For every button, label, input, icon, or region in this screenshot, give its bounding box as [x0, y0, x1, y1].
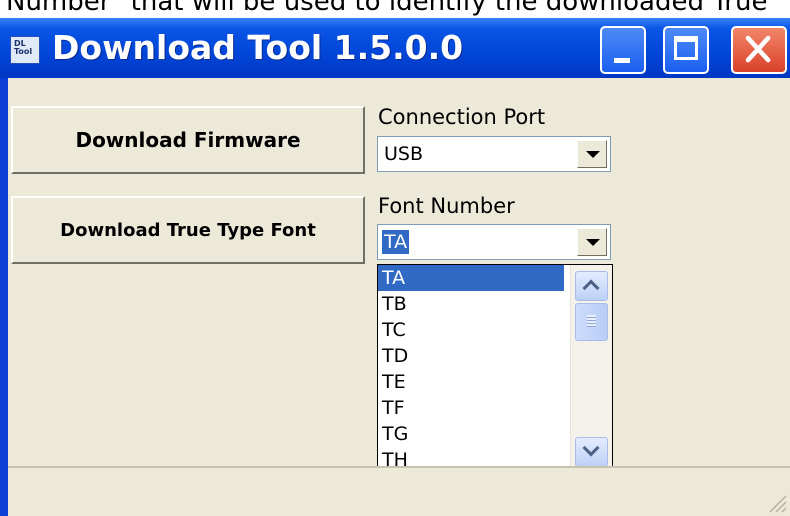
dropdown-option[interactable]: TC — [378, 317, 564, 343]
title-bar[interactable]: DL Tool Download Tool 1.5.0.0 — [0, 18, 790, 78]
scroll-up-icon[interactable] — [575, 271, 608, 301]
font-number-dropdown-list[interactable]: TA TB TC TD TE TF TG TH — [377, 264, 613, 474]
maximize-button[interactable] — [663, 26, 709, 74]
close-icon — [745, 35, 771, 63]
dropdown-option[interactable]: TA — [378, 265, 564, 291]
dropdown-option[interactable]: TB — [378, 291, 564, 317]
resize-grip-icon[interactable] — [766, 492, 788, 514]
minimize-icon — [614, 58, 630, 63]
window-title: Download Tool 1.5.0.0 — [52, 28, 464, 67]
maximize-icon — [674, 36, 698, 60]
dropdown-option[interactable]: TD — [378, 343, 564, 369]
dropdown-option[interactable]: TE — [378, 369, 564, 395]
app-icon-text-bottom: Tool — [14, 47, 33, 56]
background-document-text: Number" that will be used to identify th… — [6, 0, 768, 17]
dropdown-option[interactable]: TG — [378, 421, 564, 447]
app-icon[interactable]: DL Tool — [10, 36, 40, 64]
download-tool-window: DL Tool Download Tool 1.5.0.0 Download F… — [0, 18, 790, 516]
scroll-down-icon[interactable] — [575, 437, 608, 467]
client-area: Download Firmware Download True Type Fon… — [8, 78, 790, 516]
status-bar — [8, 466, 790, 516]
font-number-value: TA — [382, 230, 410, 254]
dropdown-option[interactable]: TF — [378, 395, 564, 421]
connection-port-label: Connection Port — [378, 105, 546, 129]
font-number-select[interactable]: TA — [377, 224, 611, 260]
download-true-type-font-button[interactable]: Download True Type Font — [11, 196, 365, 264]
minimize-button[interactable] — [600, 26, 646, 74]
font-number-label: Font Number — [378, 194, 515, 218]
chevron-down-icon[interactable] — [577, 140, 607, 168]
download-firmware-button[interactable]: Download Firmware — [11, 106, 365, 174]
connection-port-value: USB — [384, 143, 424, 165]
scrollbar-thumb[interactable] — [575, 303, 608, 341]
close-button[interactable] — [731, 26, 787, 74]
connection-port-select[interactable]: USB — [377, 136, 611, 172]
chevron-down-icon[interactable] — [577, 228, 607, 256]
dropdown-scrollbar[interactable] — [570, 265, 612, 473]
